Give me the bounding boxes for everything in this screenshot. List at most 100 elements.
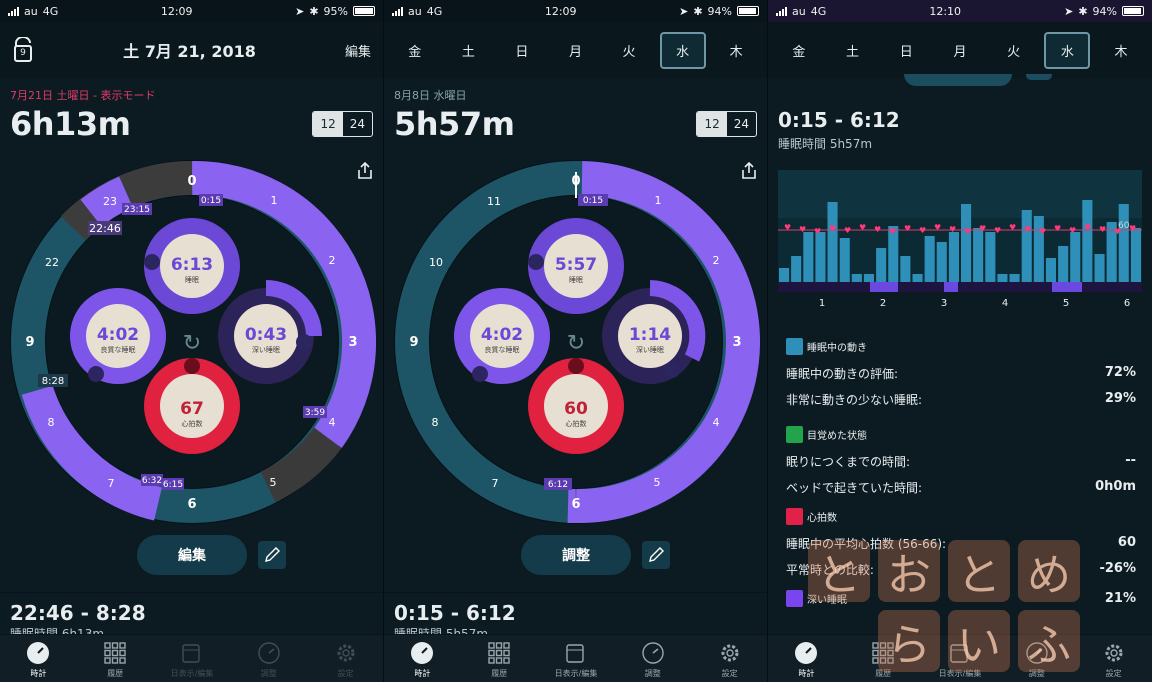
day-fri[interactable]: 金: [392, 34, 438, 67]
clock-time: 12:10: [929, 4, 962, 18]
calendar-lock-icon[interactable]: 9: [12, 36, 34, 63]
battery-percent: 94%: [707, 4, 732, 18]
hour-label-22: 22: [45, 256, 59, 269]
star-icon: [88, 366, 104, 382]
signal-icon: [8, 6, 19, 16]
day-wed[interactable]: 水: [1044, 31, 1091, 69]
tab-clock[interactable]: 時計: [387, 641, 457, 679]
tab-settings[interactable]: 設定: [1079, 641, 1149, 679]
hour-label-23: 23: [103, 195, 117, 208]
tab-history[interactable]: 履歴: [80, 641, 150, 679]
network: 4G: [42, 4, 59, 18]
tab-day-edit[interactable]: 日表示/編集: [541, 641, 611, 679]
hour-label-4: 4: [713, 416, 720, 429]
heart-rate-point: ♥: [1039, 227, 1046, 236]
tab-settings[interactable]: 設定: [695, 641, 765, 679]
sleep-dial: 0 1 2 3 4 5 6 7 8 9 10 11 0:15 6:12 5:57…: [394, 160, 760, 524]
toggle-12[interactable]: 12: [697, 112, 727, 136]
hour-label-4: 4: [329, 416, 336, 429]
day-wed[interactable]: 水: [659, 31, 706, 69]
section-title: 睡眠中の動き: [807, 343, 867, 354]
weekday-selector: 金 土 日 月 火 水 木: [768, 22, 1152, 78]
movement-bar: [1094, 254, 1105, 282]
reload-icon[interactable]: ↻: [183, 331, 201, 356]
hour-label-7: 7: [108, 477, 115, 490]
tab-bar: 時計 履歴 日表示/編集 調整 設定: [0, 634, 383, 682]
pencil-icon[interactable]: [642, 541, 670, 569]
avg-heart-rate-value: 60: [1117, 535, 1136, 550]
tab-history[interactable]: 履歴: [464, 641, 534, 679]
day-sat[interactable]: 土: [445, 34, 491, 67]
edit-button[interactable]: 編集: [345, 41, 371, 60]
bluetooth-icon: ✱: [1078, 4, 1088, 18]
day-thu[interactable]: 木: [1098, 34, 1144, 67]
tab-day-edit[interactable]: 日表示/編集: [157, 641, 227, 679]
carrier: au: [24, 4, 38, 18]
reload-icon[interactable]: ↻: [567, 331, 585, 356]
heart-rate-point: ♥: [1024, 225, 1031, 234]
scrolled-button[interactable]: [904, 74, 1012, 86]
day-sun[interactable]: 日: [499, 34, 545, 67]
hour-label-9: 9: [409, 335, 418, 350]
heart-rate-point: ♥: [904, 224, 911, 233]
chart-tick: 6: [1124, 298, 1130, 309]
signal-icon: [776, 6, 787, 16]
battery-icon: [1122, 6, 1144, 16]
clock-icon: [411, 642, 434, 664]
watermark-char: お: [878, 540, 940, 602]
time-tag: 23:15: [124, 205, 150, 215]
movement-bar: [961, 204, 972, 282]
tab-clock[interactable]: 時計: [3, 641, 73, 679]
adjust-button[interactable]: 調整: [521, 535, 631, 575]
heart-rate-point: ♥: [844, 226, 851, 235]
day-sat[interactable]: 土: [830, 34, 876, 67]
watermark-char: と: [948, 540, 1010, 602]
heart-compare-value: -26%: [1099, 561, 1136, 576]
chart-tick: 3: [941, 298, 947, 309]
chart-tick: 1: [819, 298, 825, 309]
bluetooth-icon: ✱: [693, 4, 703, 18]
gear-icon: [337, 644, 355, 662]
clock-icon: [27, 642, 50, 664]
hour-label-8: 8: [48, 416, 55, 429]
time-tag: 8:28: [42, 376, 64, 387]
movement-bar: [912, 274, 923, 282]
z-icon: [296, 334, 312, 350]
toggle-24[interactable]: 24: [727, 112, 756, 136]
sleep-range: 0:15 - 6:12: [394, 601, 516, 625]
star-icon: [472, 366, 488, 382]
watermark-char: と: [808, 540, 870, 602]
scrolled-button[interactable]: [1026, 74, 1052, 80]
pencil-icon[interactable]: [258, 541, 286, 569]
day-sun[interactable]: 日: [883, 34, 929, 67]
tab-label: 設定: [721, 669, 738, 678]
screen-week-day: au 4G 12:09 ➤ ✱ 94% 金 土 日 月 火 水 木 8月8日 水…: [384, 0, 768, 682]
toggle-12[interactable]: 12: [313, 112, 343, 136]
light-sleep-value: 4:02: [97, 325, 139, 345]
tab-adjust[interactable]: 調整: [618, 641, 688, 679]
watermark: と お と め ら い ふ: [808, 540, 1080, 672]
day-tue[interactable]: 火: [991, 34, 1037, 67]
tab-label: 日表示/編集: [170, 669, 214, 678]
day-mon[interactable]: 月: [937, 34, 983, 67]
day-tue[interactable]: 火: [606, 34, 652, 67]
toggle-24[interactable]: 24: [343, 112, 372, 136]
day-fri[interactable]: 金: [776, 34, 822, 67]
day-thu[interactable]: 木: [713, 34, 759, 67]
hour-label-10: 10: [429, 256, 443, 269]
hour-format-toggle[interactable]: 12 24: [312, 111, 373, 137]
edit-sleep-button[interactable]: 編集: [137, 535, 247, 575]
tab-adjust[interactable]: 調整: [234, 641, 304, 679]
time-tag: 0:15: [201, 196, 221, 206]
calm-sleep-value: 29%: [1104, 391, 1136, 406]
heart-rate-label: 心拍数: [566, 419, 587, 428]
movement-bar: [815, 232, 826, 282]
tab-settings[interactable]: 設定: [311, 641, 381, 679]
day-mon[interactable]: 月: [552, 34, 598, 67]
heart-rate-point: ♥: [889, 227, 896, 236]
network: 4G: [426, 4, 443, 18]
movement-bar: [1009, 274, 1020, 282]
sleep-range: 0:15 - 6:12: [778, 108, 900, 132]
hour-format-toggle[interactable]: 12 24: [696, 111, 757, 137]
calm-sleep-label: 非常に動きの少ない睡眠:: [786, 393, 923, 407]
